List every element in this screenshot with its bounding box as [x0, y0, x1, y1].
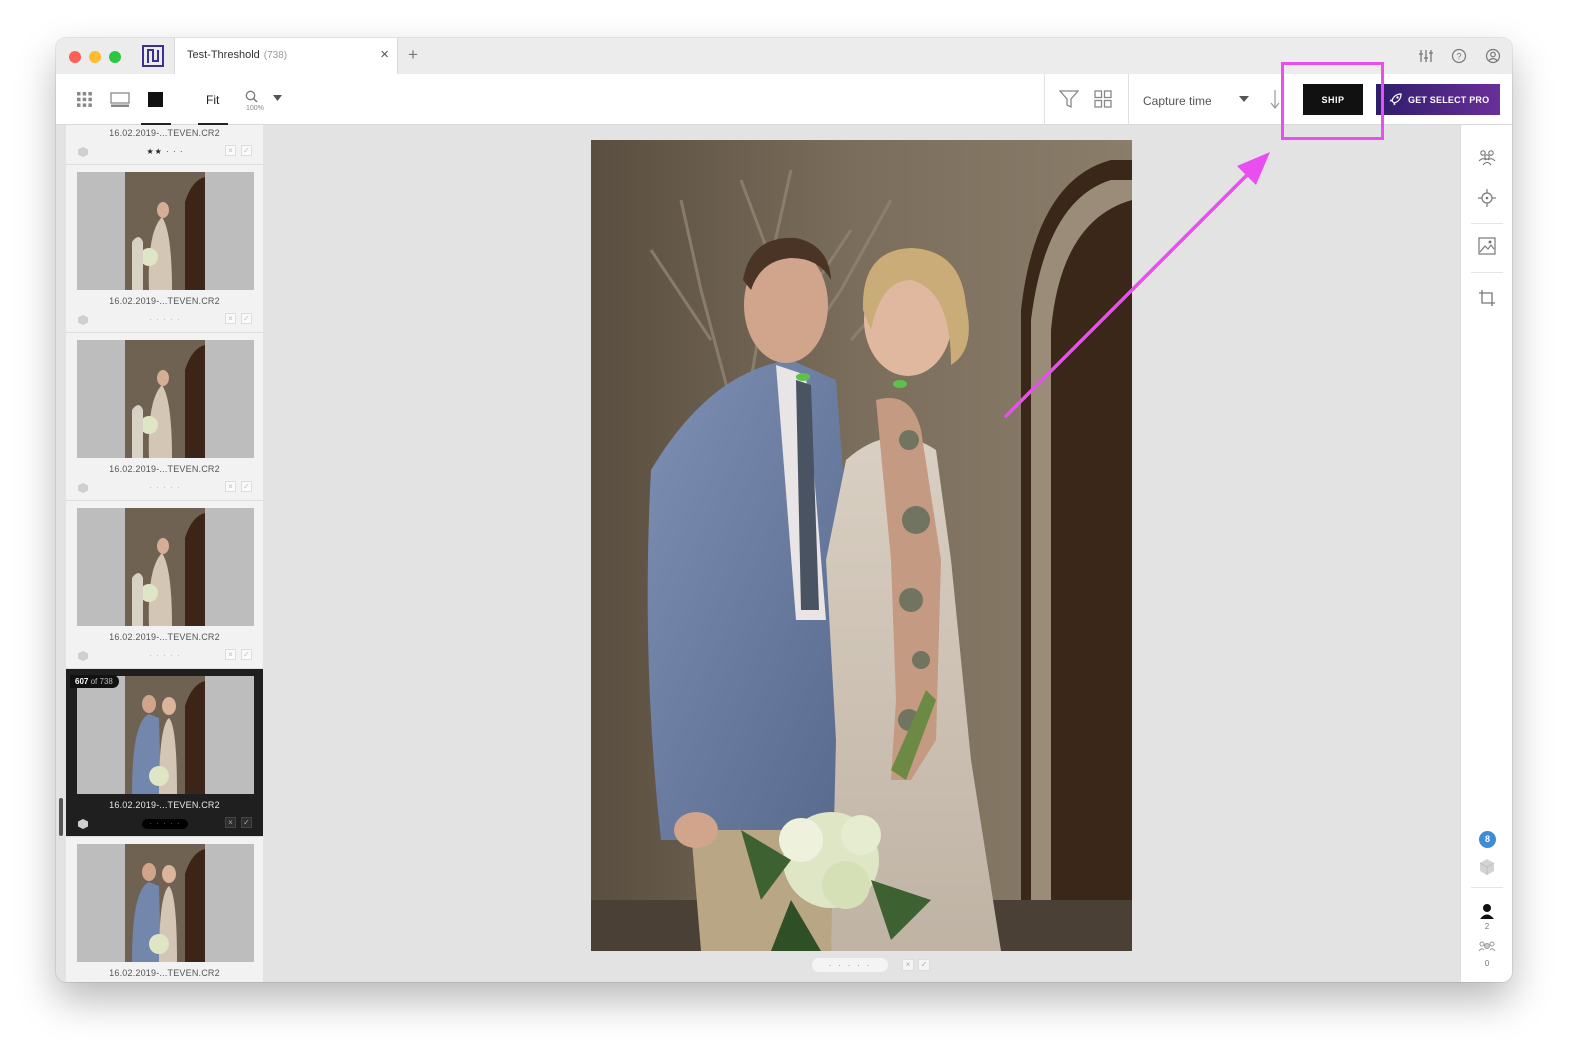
position-current: 607	[75, 677, 89, 686]
thumbnail-filename: 16.02.2019-...TEVEN.CR2	[109, 968, 220, 978]
notification-badge[interactable]: 8	[1479, 831, 1496, 848]
cube-icon[interactable]	[77, 817, 89, 829]
viewer-rating[interactable]: · · · · ·	[812, 958, 888, 972]
reject-button[interactable]: ×	[225, 313, 236, 324]
single-view-icon[interactable]	[147, 91, 164, 108]
rating-stars[interactable]: · · · · ·	[142, 819, 188, 829]
ship-highlight-box	[1281, 62, 1384, 140]
group-icon[interactable]	[1478, 939, 1496, 957]
panel-divider	[1471, 272, 1503, 273]
right-panel: 8 2 0	[1460, 125, 1512, 982]
crop-icon[interactable]	[1478, 289, 1496, 307]
tab-title: Test-Threshold (738)	[187, 49, 288, 61]
fit-zoom-button[interactable]: Fit	[206, 93, 219, 107]
tab-close-button[interactable]: ×	[380, 47, 389, 63]
accept-button[interactable]: ✓	[241, 145, 252, 156]
cube-icon[interactable]	[77, 313, 89, 325]
accept-button[interactable]: ✓	[241, 817, 252, 828]
accept-button[interactable]: ✓	[241, 313, 252, 324]
caret-down-icon[interactable]	[273, 95, 282, 101]
main-photo[interactable]	[591, 140, 1132, 951]
minimize-window-button[interactable]	[89, 51, 101, 63]
people-icon[interactable]	[1478, 148, 1496, 166]
viewer-accept-button[interactable]: ✓	[918, 959, 930, 971]
rating-stars[interactable]: · · · · ·	[142, 315, 188, 325]
cube-icon[interactable]	[77, 145, 89, 157]
thumbnail[interactable]	[77, 508, 254, 626]
filmstrip-card[interactable]: 16.02.2019-...TEVEN.CR2 · · · · · × ✓	[66, 333, 263, 501]
viewer-reject-button[interactable]: ×	[902, 959, 914, 971]
thumbnail-filename: 16.02.2019-...TEVEN.CR2	[109, 128, 220, 138]
image-adjust-icon[interactable]	[1478, 237, 1496, 255]
reject-button[interactable]: ×	[225, 817, 236, 828]
accept-button[interactable]: ✓	[241, 649, 252, 660]
thumbnail[interactable]	[77, 844, 254, 962]
person-count: 2	[1484, 922, 1490, 931]
reject-button[interactable]: ×	[225, 649, 236, 660]
reject-button[interactable]: ×	[225, 481, 236, 492]
couple-photo	[591, 140, 1132, 951]
cube-icon[interactable]	[1478, 858, 1496, 876]
position-of: of 738	[90, 677, 113, 686]
filmstrip-card[interactable]: 16.02.2019-...TEVEN.CR2 ★★ · · · × ✓	[66, 125, 263, 165]
rating-stars[interactable]: ★★ · · ·	[142, 147, 188, 157]
reject-button[interactable]: ×	[225, 145, 236, 156]
close-window-button[interactable]	[69, 51, 81, 63]
thumbnail-filename: 16.02.2019-...TEVEN.CR2	[109, 464, 220, 474]
get-select-pro-label: GET SELECT PRO	[1408, 94, 1490, 105]
toolbar-divider	[1128, 74, 1129, 125]
zoom-percent-label: 100%	[246, 105, 264, 112]
sort-direction-icon[interactable]	[1270, 89, 1280, 109]
focus-icon[interactable]	[1478, 189, 1496, 207]
thumbnail-filename: 16.02.2019-...TEVEN.CR2	[109, 632, 220, 642]
filmstrip-card[interactable]: 16.02.2019-...TEVEN.CR2	[66, 837, 263, 982]
filmstrip[interactable]: 16.02.2019-...TEVEN.CR2 ★★ · · · × ✓ 16.02.2…	[66, 125, 263, 982]
panel-divider	[1471, 887, 1503, 888]
svg-text:?: ?	[1456, 52, 1461, 62]
thumbnail[interactable]	[77, 340, 254, 458]
sliders-icon[interactable]	[1418, 48, 1434, 64]
filmstrip-scrollbar[interactable]	[59, 798, 63, 836]
tab-count: (738)	[263, 50, 288, 61]
sort-dropdown[interactable]: Capture time	[1143, 94, 1212, 108]
filmstrip-card[interactable]: 16.02.2019-...TEVEN.CR2 · · · · · × ✓	[66, 165, 263, 333]
project-tab[interactable]: Test-Threshold (738) ×	[174, 38, 398, 74]
maximize-window-button[interactable]	[109, 51, 121, 63]
thumbnail-filename: 16.02.2019-...TEVEN.CR2	[109, 800, 220, 810]
cube-icon[interactable]	[77, 649, 89, 661]
rocket-icon	[1389, 92, 1402, 105]
toolbar-divider	[1044, 74, 1045, 125]
accept-button[interactable]: ✓	[241, 481, 252, 492]
account-icon[interactable]	[1485, 48, 1501, 64]
filter-icon[interactable]	[1059, 90, 1079, 109]
zoom-icon[interactable]	[245, 90, 258, 103]
group-count: 0	[1484, 959, 1490, 968]
person-icon[interactable]	[1478, 902, 1496, 920]
rating-stars[interactable]: · · · · ·	[142, 483, 188, 493]
filmstrip-card[interactable]: 16.02.2019-...TEVEN.CR2 · · · · · × ✓	[66, 501, 263, 669]
thumbnail[interactable]	[77, 676, 254, 794]
thumbnail[interactable]	[77, 172, 254, 290]
thumbnail-filename: 16.02.2019-...TEVEN.CR2	[109, 296, 220, 306]
sort-caret-icon[interactable]	[1239, 96, 1249, 102]
app-window: Test-Threshold (738) × + ? Fit 100% Capt…	[56, 38, 1512, 982]
cube-icon[interactable]	[77, 481, 89, 493]
help-icon[interactable]: ?	[1451, 48, 1467, 64]
new-tab-button[interactable]: +	[408, 46, 418, 64]
get-select-pro-button[interactable]: GET SELECT PRO	[1376, 84, 1500, 115]
layout-icon[interactable]	[1094, 90, 1112, 108]
app-logo-icon	[142, 45, 164, 67]
position-badge: 607 of 738	[70, 675, 119, 688]
filmstrip-card[interactable]: 607 of 738 16.02.2019-...TEVEN.CR2 · · · ·…	[66, 669, 263, 837]
compare-view-icon[interactable]	[110, 91, 130, 108]
panel-divider	[1471, 223, 1503, 224]
grid-view-icon[interactable]	[76, 91, 93, 108]
rating-stars[interactable]: · · · · ·	[142, 651, 188, 661]
